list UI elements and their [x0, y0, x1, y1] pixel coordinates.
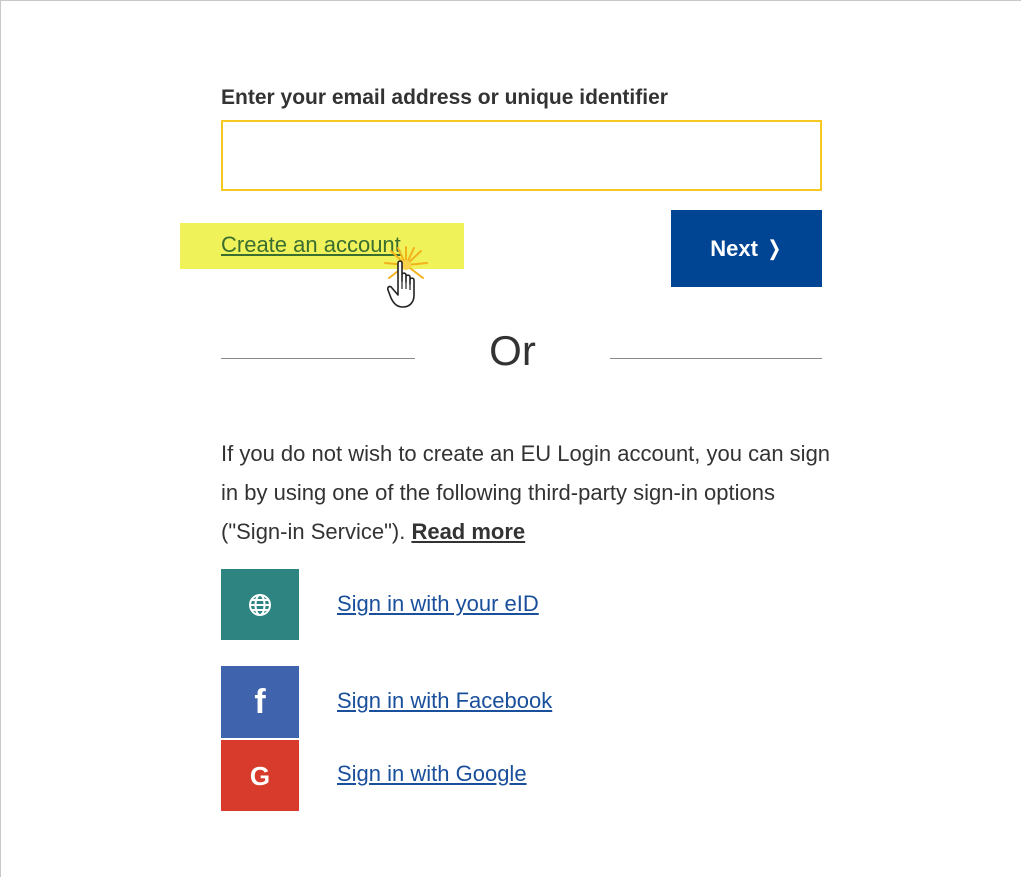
hand-cursor-icon: [387, 260, 415, 308]
third-party-info-text: If you do not wish to create an EU Login…: [221, 434, 831, 551]
facebook-signin-tile[interactable]: f: [221, 666, 299, 738]
email-field-label: Enter your email address or unique ident…: [221, 86, 668, 109]
third-party-info-body: If you do not wish to create an EU Login…: [221, 441, 831, 544]
divider-line-right: [610, 358, 822, 359]
next-button[interactable]: Next ❭: [671, 210, 822, 287]
signin-eid-link[interactable]: Sign in with your eID: [337, 591, 539, 617]
globe-icon: [249, 593, 271, 616]
divider-line-left: [221, 358, 415, 359]
next-button-label: Next: [710, 235, 758, 261]
signin-google-link[interactable]: Sign in with Google: [337, 761, 527, 787]
or-divider-label: Or: [489, 327, 536, 374]
email-input[interactable]: [221, 120, 822, 191]
chevron-right-icon: ❭: [765, 238, 783, 260]
eid-signin-tile[interactable]: [221, 569, 299, 640]
login-page: Enter your email address or unique ident…: [0, 0, 1021, 877]
create-account-link[interactable]: Create an account: [221, 232, 401, 258]
google-icon: G: [249, 760, 271, 791]
signin-facebook-link[interactable]: Sign in with Facebook: [337, 688, 552, 714]
read-more-link[interactable]: Read more: [411, 519, 525, 544]
facebook-icon: f: [254, 683, 266, 721]
google-signin-tile[interactable]: G: [221, 740, 299, 811]
